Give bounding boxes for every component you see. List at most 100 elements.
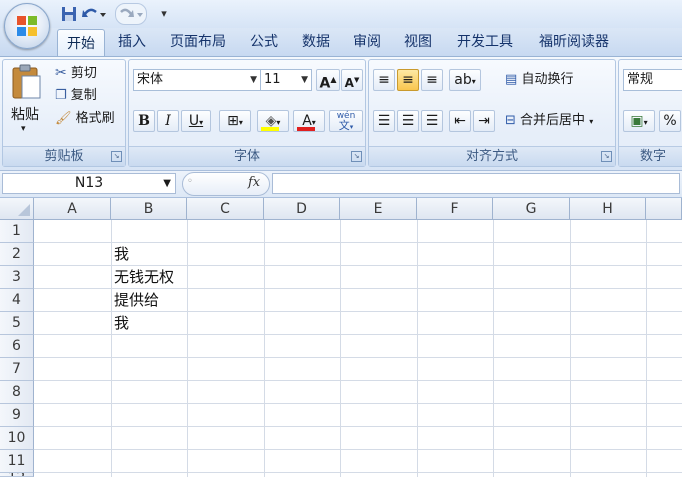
accounting-format-button[interactable]: ▣▾ [623,110,655,132]
cell-b2[interactable]: 我 [112,243,129,265]
align-center-button[interactable]: ☰ [397,110,419,132]
undo-button[interactable] [80,3,110,25]
row-header-12[interactable]: 12 [0,473,34,477]
column-header-c[interactable]: C [187,198,264,220]
clipboard-group-label: 剪贴板 [3,146,125,166]
formula-bar-grip-icon: ◦ [187,176,193,187]
borders-button[interactable]: ⊞▾ [219,110,251,132]
underline-button[interactable]: U▾ [181,110,211,132]
number-group: 常规 ▣▾ % 数字 [618,59,682,167]
office-button[interactable] [4,3,50,49]
format-painter-button[interactable]: 🖌 格式刷 [55,108,115,130]
percent-button[interactable]: % [659,110,681,132]
column-header-d[interactable]: D [264,198,340,220]
column-header-h[interactable]: H [570,198,646,220]
redo-icon [120,8,143,17]
merge-cells-icon: ⊟ [505,113,516,128]
tab-view[interactable]: 视图 [395,28,441,56]
italic-button[interactable]: I [157,110,179,132]
fill-color-button[interactable]: ◈▾ [257,110,289,132]
font-size-combo[interactable]: 11 ▼ [260,69,312,91]
align-top-icon: ≡ [378,72,390,88]
tab-home[interactable]: 开始 [57,29,105,58]
chevron-down-icon: ▾ [643,118,648,127]
column-header-f[interactable]: F [417,198,493,220]
chevron-down-icon: ▾ [238,118,243,127]
worksheet-grid[interactable] [0,198,682,477]
chevron-down-icon: ▾ [276,118,281,127]
customize-quick-access-button[interactable]: ▾ [156,3,172,25]
save-icon [62,7,76,21]
increase-indent-button[interactable]: ⇥ [473,110,495,132]
orientation-button[interactable]: ab▾ [449,69,481,91]
row-header-5[interactable]: 5 [0,312,34,335]
alignment-launcher-icon[interactable]: ↘ [601,151,612,162]
wrap-text-label: 自动换行 [521,72,574,87]
tab-foxit-reader[interactable]: 福昕阅读器 [528,28,620,56]
column-header-b[interactable]: B [111,198,187,220]
row-header-10[interactable]: 10 [0,427,34,450]
row-header-8[interactable]: 8 [0,381,34,404]
column-header-i[interactable] [646,198,682,220]
row-header-7[interactable]: 7 [0,358,34,381]
column-header-g[interactable]: G [493,198,570,220]
insert-function-button[interactable]: fx [248,175,260,190]
phonetic-guide-button[interactable]: wén 文▾ [329,110,363,132]
tab-review[interactable]: 审阅 [344,28,390,56]
copy-label: 复制 [70,88,97,103]
align-bottom-button[interactable]: ≡ [421,69,443,91]
gridline [340,220,341,477]
shrink-font-button[interactable]: A▼ [341,69,363,91]
cut-label: 剪切 [70,66,97,81]
chevron-down-icon: ▼ [250,75,257,85]
tab-page-layout[interactable]: 页面布局 [163,28,233,56]
cut-button[interactable]: ✂ 剪切 [55,62,97,84]
row-header-9[interactable]: 9 [0,404,34,427]
cell-b4[interactable]: 提供给 [112,289,159,311]
font-color-button[interactable]: A▾ [293,110,325,132]
clipboard-launcher-icon[interactable]: ↘ [111,151,122,162]
gridline [417,220,418,477]
number-format-combo[interactable]: 常规 [623,69,682,91]
row-header-11[interactable]: 11 [0,450,34,473]
save-button[interactable] [58,3,80,25]
tab-insert[interactable]: 插入 [110,28,154,56]
column-header-a[interactable]: A [34,198,111,220]
decrease-indent-button[interactable]: ⇤ [449,110,471,132]
text-orientation-icon: ab [454,72,472,88]
copy-button[interactable]: ❐ 复制 [55,85,97,107]
row-header-1[interactable]: 1 [0,220,34,243]
merge-center-button[interactable]: ⊟ 合并后居中 ▾ [505,110,593,132]
font-launcher-icon[interactable]: ↘ [351,151,362,162]
row-header-6[interactable]: 6 [0,335,34,358]
align-bottom-icon: ≡ [426,72,438,88]
bold-button[interactable]: B [133,110,155,132]
fill-color-swatch [261,127,279,131]
tab-formulas[interactable]: 公式 [241,28,287,56]
align-right-button[interactable]: ☰ [421,110,443,132]
row-header-2[interactable]: 2 [0,243,34,266]
row-header-4[interactable]: 4 [0,289,34,312]
font-name-combo[interactable]: 宋体 ▼ [133,69,261,91]
gridline [34,334,682,335]
cell-b3[interactable]: 无钱无权 [112,266,174,288]
redo-button[interactable] [115,3,147,25]
cell-b5[interactable]: 我 [112,312,129,334]
select-all-button[interactable] [0,198,34,220]
formula-input[interactable] [272,173,680,194]
grow-font-button[interactable]: A▲ [316,69,340,92]
align-middle-button[interactable]: ≡ [397,69,419,91]
align-top-button[interactable]: ≡ [373,69,395,91]
increase-indent-icon: ⇥ [478,113,490,129]
tab-developer[interactable]: 开发工具 [448,28,522,56]
gridline [34,357,682,358]
paste-button[interactable]: 粘贴 ▾ [9,64,43,144]
tab-data[interactable]: 数据 [293,28,339,56]
align-center-icon: ☰ [401,113,415,129]
wrap-text-button[interactable]: ▤ 自动换行 [505,69,573,91]
row-header-3[interactable]: 3 [0,266,34,289]
chevron-down-icon: ▾ [589,117,594,126]
column-header-e[interactable]: E [340,198,417,220]
align-left-button[interactable]: ☰ [373,110,395,132]
name-box[interactable]: N13 ▼ [2,173,176,194]
